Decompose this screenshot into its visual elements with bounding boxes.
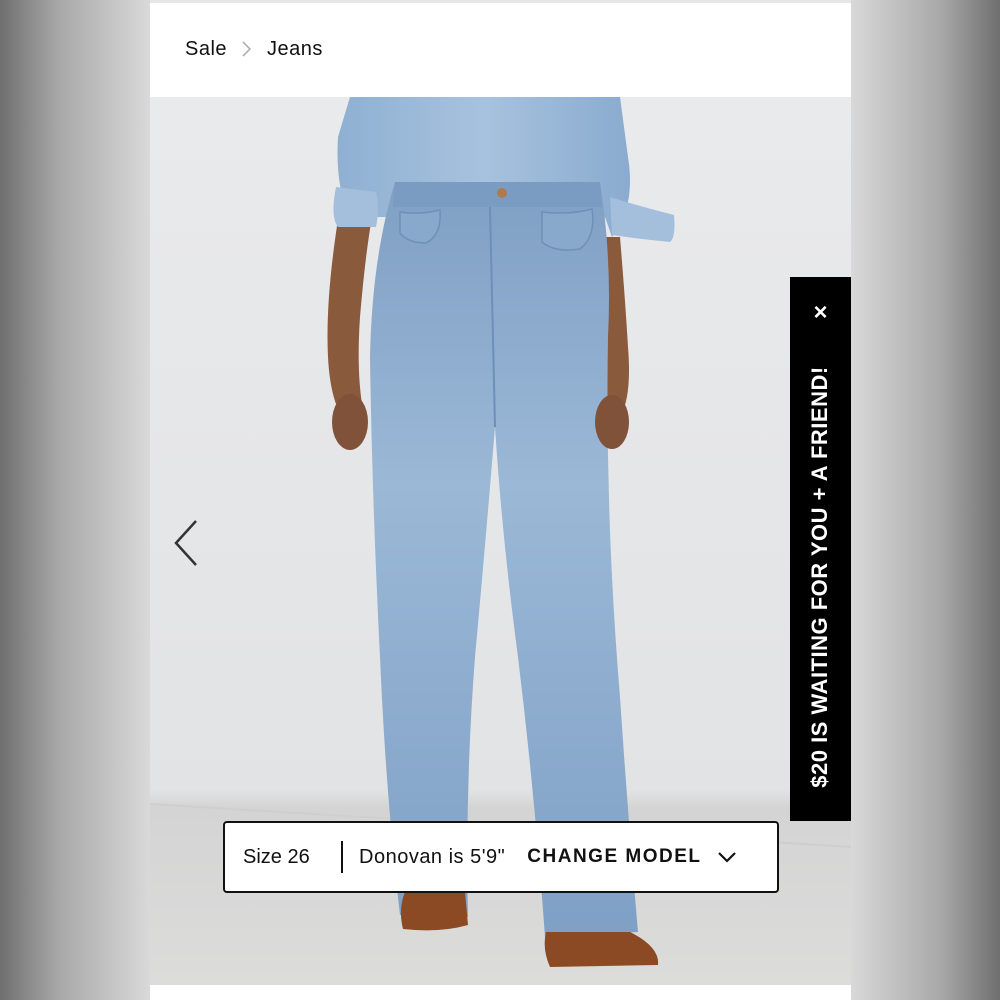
promo-text: $20 IS WAITING FOR YOU + A FRIEND! (807, 366, 832, 788)
bottom-strip (150, 985, 851, 1000)
chevron-down-icon (717, 852, 736, 863)
chevron-right-icon (242, 41, 252, 57)
breadcrumb-jeans[interactable]: Jeans (267, 38, 323, 61)
product-page: Sale Jeans × $20 IS WAITING FOR YOU + A … (150, 0, 851, 1000)
model-info-bar: Size 26 Donovan is 5'9" CHANGE MODEL (223, 821, 779, 893)
change-model-button[interactable]: CHANGE MODEL (527, 846, 737, 868)
model-height-label: Donovan is 5'9" (359, 845, 506, 868)
top-divider (150, 0, 851, 3)
breadcrumb: Sale Jeans (185, 30, 323, 68)
change-model-label: CHANGE MODEL (527, 846, 702, 867)
close-icon[interactable]: × (790, 301, 851, 325)
referral-promo-tab[interactable]: × $20 IS WAITING FOR YOU + A FRIEND! (790, 277, 851, 821)
breadcrumb-sale[interactable]: Sale (185, 38, 227, 61)
divider (341, 841, 343, 873)
model-size-label: Size 26 (243, 845, 310, 868)
chevron-left-icon[interactable] (172, 517, 204, 569)
